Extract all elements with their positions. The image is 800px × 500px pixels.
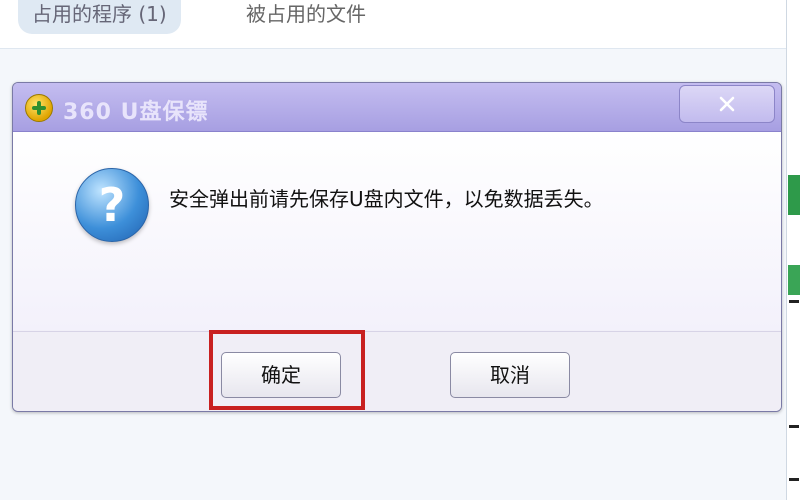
dialog-titlebar[interactable]: 360 U盘保镖 bbox=[13, 83, 781, 132]
background-green-strip bbox=[788, 175, 800, 215]
app-logo-icon bbox=[25, 94, 53, 122]
close-button[interactable] bbox=[679, 85, 775, 123]
question-icon: ? bbox=[75, 168, 149, 242]
background-green-strip bbox=[788, 265, 800, 295]
ok-button[interactable]: 确定 bbox=[221, 352, 341, 398]
background-mark bbox=[789, 478, 799, 481]
dialog-message: 安全弹出前请先保存U盘内文件，以免数据丢失。 bbox=[169, 187, 604, 211]
background-mark bbox=[789, 300, 799, 303]
dialog-footer: 确定 取消 bbox=[13, 331, 781, 411]
tab-occupied-programs[interactable]: 占用的程序 (1) bbox=[18, 0, 181, 34]
tab-occupied-files[interactable]: 被占用的文件 bbox=[232, 0, 380, 34]
background-mark bbox=[789, 425, 799, 428]
usb-guard-dialog: 360 U盘保镖 ? 确定 取消 bbox=[12, 82, 782, 412]
background-tab-bar: 占用的程序 (1) 被占用的文件 bbox=[0, 0, 790, 49]
close-icon bbox=[719, 96, 735, 112]
dialog-title: 360 U盘保镖 bbox=[63, 100, 209, 125]
cancel-button[interactable]: 取消 bbox=[450, 352, 570, 398]
dialog-content: ? bbox=[13, 132, 781, 330]
